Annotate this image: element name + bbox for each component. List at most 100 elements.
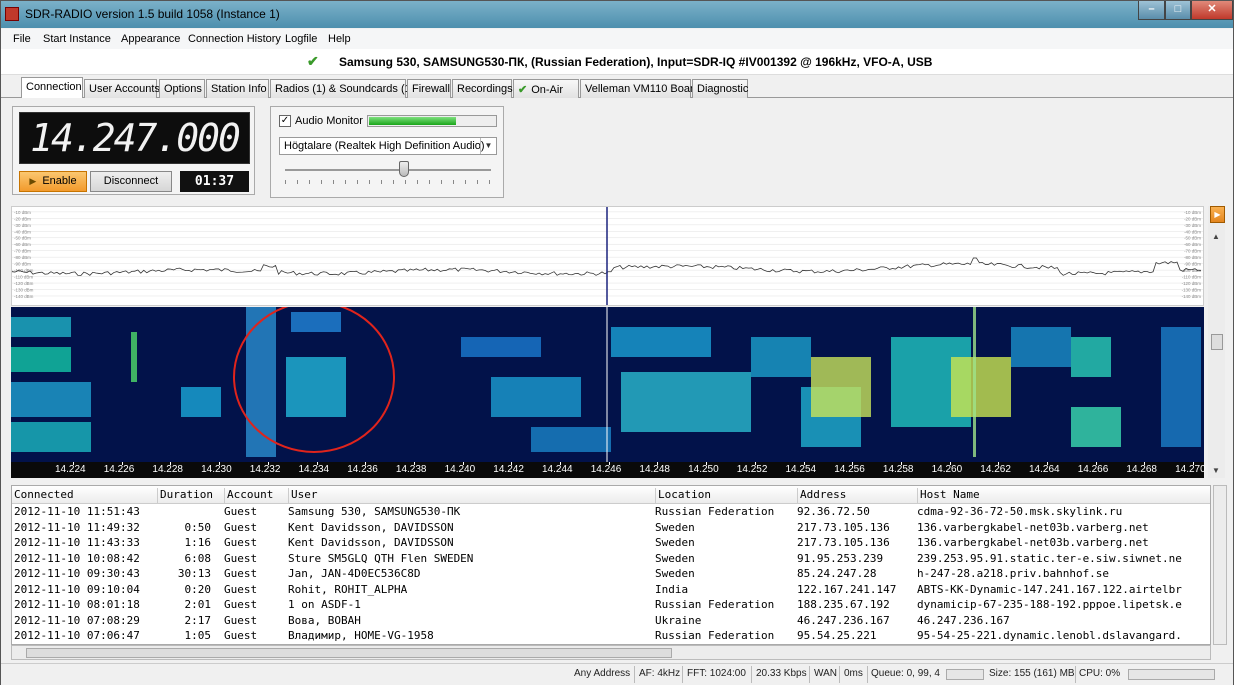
volume-slider-track[interactable] xyxy=(285,169,491,171)
waterfall-signal xyxy=(1071,337,1111,377)
column-duration[interactable]: Duration xyxy=(157,488,213,504)
display-scrollbar[interactable]: ▶ ▲ ▼ xyxy=(1208,206,1225,478)
spectrum-db-label: -110 dBm xyxy=(1182,275,1201,280)
status-address: Any Address xyxy=(574,668,631,679)
menu-help[interactable]: Help xyxy=(328,33,351,45)
column-connected[interactable]: Connected xyxy=(12,488,74,504)
status-rate: 20.33 Kbps xyxy=(756,668,807,679)
table-cell: 136.varbergkabel-net03b.varberg.net xyxy=(917,536,1149,549)
tab-station-info[interactable]: Station Info xyxy=(206,79,269,98)
column-host-name[interactable]: Host Name xyxy=(917,488,980,504)
minimize-button[interactable]: – xyxy=(1138,1,1165,20)
status-latency: 0ms xyxy=(844,668,863,679)
scroll-thumb[interactable] xyxy=(1211,334,1223,350)
spectrum-db-label: -40 dBm xyxy=(1184,229,1201,234)
waterfall-signal xyxy=(11,422,91,452)
frequency-axis-label: 14.244 xyxy=(542,464,573,475)
spectrum-db-label: -50 dBm xyxy=(1184,236,1201,241)
column-location[interactable]: Location xyxy=(655,488,711,504)
play-icon[interactable]: ▶ xyxy=(1210,206,1225,223)
table-cell: Guest xyxy=(224,582,258,596)
table-cell: 2012-11-10 09:10:04 xyxy=(14,582,140,596)
column-address[interactable]: Address xyxy=(797,488,846,504)
table-row[interactable]: 2012-11-10 11:49:32 0:50 Guest Kent Davidss… xyxy=(12,521,1210,537)
table-cell: 95.54.25.221 xyxy=(797,629,877,642)
waterfall-signal xyxy=(461,337,541,357)
table-cell: 30:13 xyxy=(177,567,211,580)
volume-slider-thumb[interactable] xyxy=(399,161,410,177)
frequency-axis-label: 14.260 xyxy=(931,464,963,475)
app-icon xyxy=(5,7,19,21)
tab-diagnostic[interactable]: Diagnostic xyxy=(692,79,748,98)
frequency-axis-tick xyxy=(1193,462,1195,465)
table-cell: Russian Federation xyxy=(655,598,775,611)
cpu-meter xyxy=(1128,669,1215,680)
table-cell: Guest xyxy=(224,536,258,549)
frequency-axis-tick xyxy=(1047,462,1048,465)
spectrum-display[interactable]: -10 dBm -10 dBm-20 dBm -20 dBm-30 dBm -30 d… xyxy=(11,206,1204,306)
tab-user-accounts[interactable]: User Accounts xyxy=(84,79,160,98)
close-button[interactable]: ✕ xyxy=(1191,1,1233,20)
tab-options[interactable]: Options xyxy=(159,79,205,98)
frequency-axis-tick xyxy=(852,462,854,465)
tab-recordings[interactable]: Recordings xyxy=(452,79,513,98)
table-cell: Guest xyxy=(224,567,258,580)
frequency-axis-label: 14.232 xyxy=(249,464,281,475)
frequency-axis-tick xyxy=(316,462,318,465)
tab-firewall[interactable]: Firewall xyxy=(407,79,451,98)
audio-monitor-label: Audio Monitor xyxy=(295,115,363,127)
audio-device-select[interactable]: Högtalare (Realtek High Definition Audio… xyxy=(279,137,497,155)
column-account[interactable]: Account xyxy=(224,488,273,504)
table-cell: 2012-11-10 07:06:47 xyxy=(14,629,140,642)
waterfall-signal xyxy=(531,427,611,452)
waterfall-signal xyxy=(181,387,221,417)
maximize-button[interactable]: □ xyxy=(1165,1,1191,20)
scroll-up-icon[interactable]: ▲ xyxy=(1212,232,1220,241)
menu-logfile[interactable]: Logfile xyxy=(285,33,317,45)
spectrum-db-label: -50 dBm xyxy=(14,236,31,241)
menu-start-instance[interactable]: Start Instance xyxy=(43,33,111,45)
column-user[interactable]: User xyxy=(288,488,318,504)
table-horizontal-scrollbar[interactable] xyxy=(11,645,1211,660)
menu-connection-history[interactable]: Connection History xyxy=(188,33,281,45)
frequency-axis-label: 14.270 xyxy=(1175,464,1206,475)
tab-connection[interactable]: Connection xyxy=(21,77,83,99)
scroll-thumb[interactable] xyxy=(26,648,672,658)
scroll-down-icon[interactable]: ▼ xyxy=(1212,466,1220,475)
spectrum-db-label: -30 dBm xyxy=(14,223,31,228)
table-row[interactable]: 2012-11-10 10:08:42 6:08 Guest Sture SM5GLQ… xyxy=(12,551,1210,568)
table-row[interactable]: 2012-11-10 08:01:18 2:01 Guest 1 on ASDF-1 R… xyxy=(12,598,1210,614)
table-vertical-scrollbar[interactable] xyxy=(1213,485,1227,645)
disconnect-button[interactable]: Disconnect xyxy=(90,171,172,192)
menu-appearance[interactable]: Appearance xyxy=(121,33,180,45)
frequency-axis-label: 14.234 xyxy=(298,464,330,475)
waterfall-signal xyxy=(11,317,71,337)
menu-file[interactable]: File xyxy=(13,33,31,45)
table-cell: 1:05 xyxy=(184,629,212,642)
tab-on-air[interactable]: ✔ On-Air xyxy=(513,79,579,98)
waterfall-signal xyxy=(291,312,341,332)
title-bar[interactable]: SDR-RADIO version 1.5 build 1058 (Instan… xyxy=(1,1,1233,28)
enable-button[interactable]: ▶ Enable xyxy=(19,171,87,192)
chevron-down-icon[interactable]: ▼ xyxy=(480,138,496,154)
table-cell: 92.36.72.50 xyxy=(797,505,870,518)
table-row[interactable]: 2012-11-10 09:10:04 0:20 Guest Rohit, ROHIT… xyxy=(12,582,1210,599)
table-row[interactable]: 2012-11-10 09:30:43 30:13 Guest Jan, JAN-4D… xyxy=(12,567,1210,583)
table-row[interactable]: 2012-11-10 11:43:33 1:16 Guest Kent Davidss… xyxy=(12,536,1210,552)
table-cell: 239.253.95.91.static.ter-e.siw.siwnet.ne xyxy=(917,551,1182,565)
frequency-axis-tick xyxy=(511,462,513,465)
table-row[interactable]: 2012-11-10 11:51:43 Guest Samsung 530, SAM… xyxy=(12,505,1210,521)
audio-level-meter xyxy=(367,115,497,127)
waterfall-display[interactable] xyxy=(11,307,1204,462)
table-cell: 1 on ASDF-1 xyxy=(288,598,361,611)
tab-radios-soundcards[interactable]: Radios (1) & Soundcards (1) xyxy=(270,79,414,98)
frequency-axis-label: 14.248 xyxy=(639,464,670,475)
status-separator xyxy=(839,666,840,683)
table-row[interactable]: 2012-11-10 07:08:29 2:17 Guest Вова, ВОВАН U… xyxy=(12,614,1210,630)
table-row[interactable]: 2012-11-10 07:06:47 1:05 Guest Владимир, HO… xyxy=(12,629,1210,644)
spectrum-db-label: -120 dBm xyxy=(14,281,34,286)
tab-velleman[interactable]: Velleman VM110 Board xyxy=(580,79,700,98)
audio-monitor-checkbox[interactable]: ✓ xyxy=(279,115,291,127)
table-cell: Guest xyxy=(224,551,258,565)
waterfall-signal xyxy=(131,332,137,382)
